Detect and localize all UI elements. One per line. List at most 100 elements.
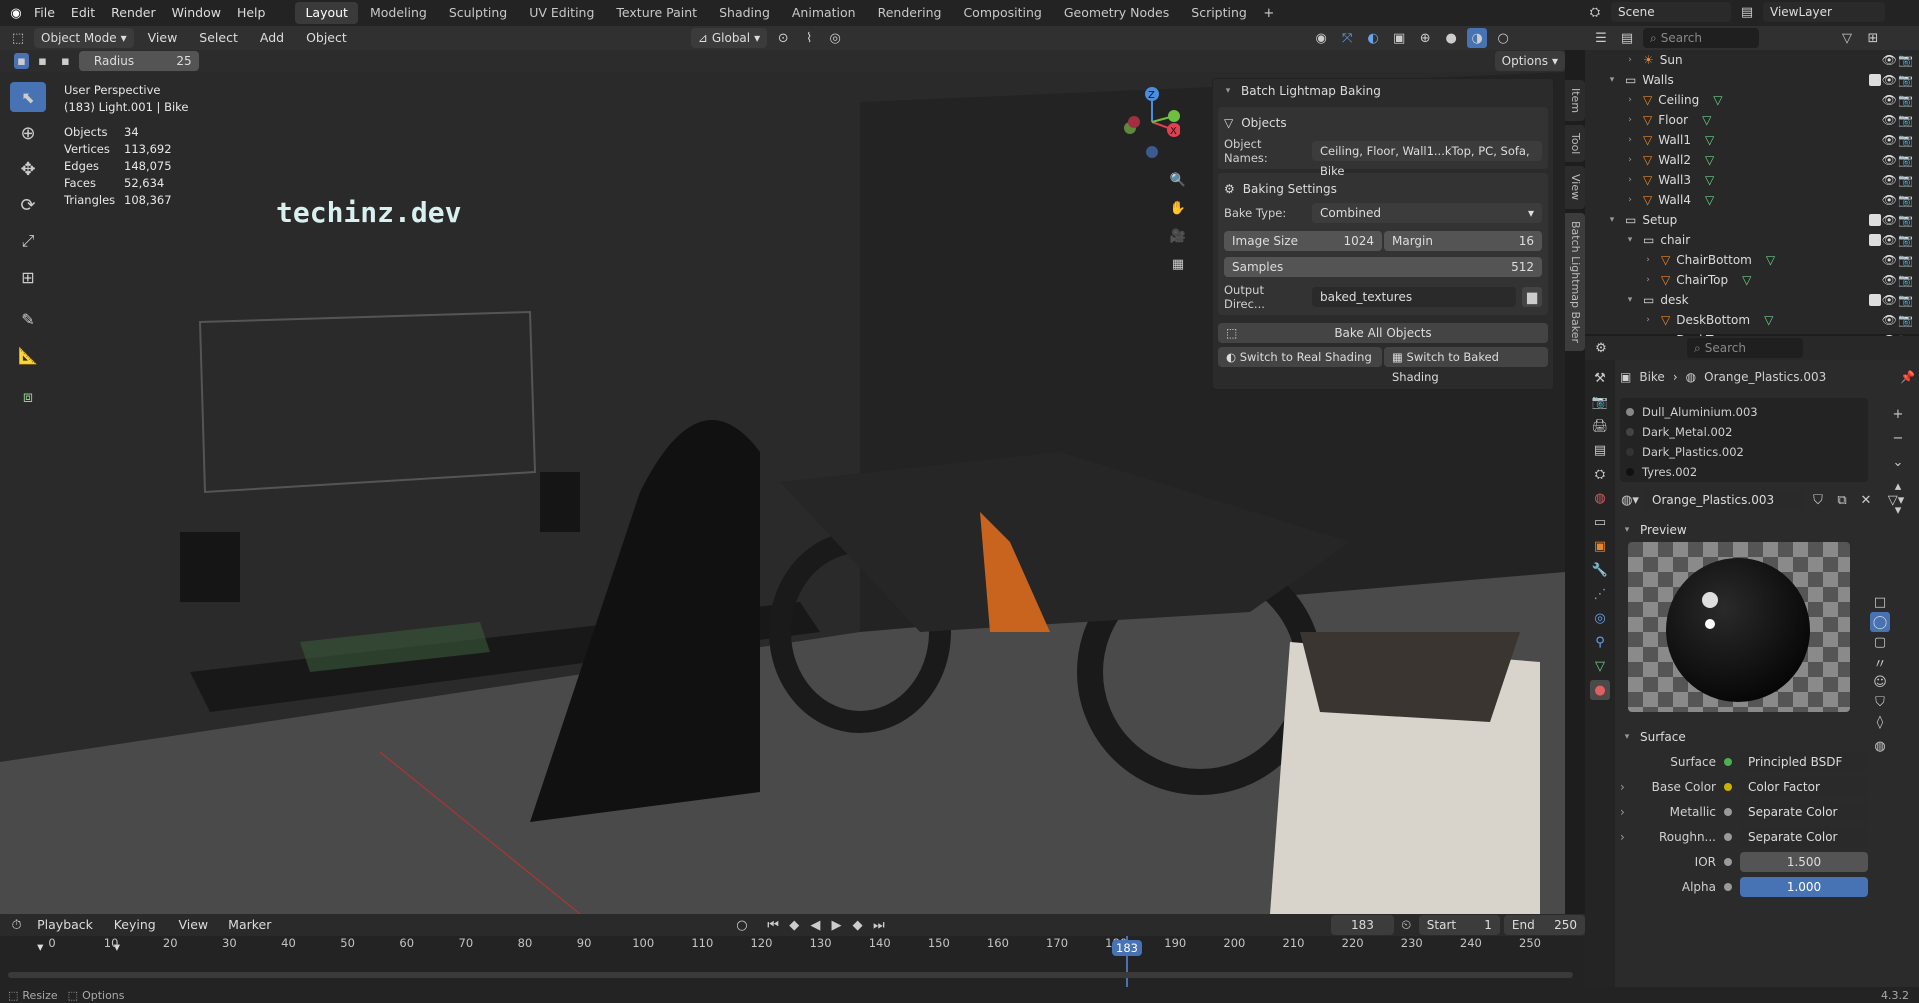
outliner-row[interactable]: › ▽ Wall3 ▽ 👁 📷 [1585,170,1919,190]
orientation-dropdown[interactable]: ⊿ Global ▾ [690,28,768,48]
properties-search-input[interactable]: ⌕ Search [1687,338,1803,358]
tab-sculpting[interactable]: Sculpting [439,2,517,24]
new-collection-icon[interactable]: ⊞ [1863,28,1883,48]
camera-icon[interactable]: 📷 [1898,273,1913,287]
world-tab-icon[interactable]: ◍ [1590,488,1610,508]
material-tab-icon[interactable]: ● [1590,680,1610,700]
fluid-preview-icon[interactable]: ◊ [1870,712,1890,732]
tool-tab-icon[interactable]: ⚒ [1590,368,1610,388]
monkey-preview-icon[interactable]: ☺ [1870,672,1890,692]
tab-uv-editing[interactable]: UV Editing [519,2,604,24]
outliner-editor-icon[interactable]: ☰ [1591,28,1611,48]
outliner-row[interactable]: ▾ ▭ Setup 👁 📷 [1585,210,1919,230]
exclude-checkbox[interactable] [1869,214,1881,226]
outliner-row[interactable]: › ▽ DeskBottom ▽ 👁 📷 [1585,310,1919,330]
xray-icon[interactable]: ▣ [1389,28,1409,48]
object-names-field[interactable]: Ceiling, Floor, Wall1...kTop, PC, Sofa, … [1312,141,1542,178]
camera-icon[interactable]: 📷 [1898,173,1913,187]
viewlayer-icon[interactable]: ▤ [1737,2,1757,22]
outliner-row[interactable]: › ▽ ChairTop ▽ 👁 📷 [1585,270,1919,290]
sphere-preview-icon[interactable]: ◯ [1870,612,1890,632]
camera-icon[interactable]: 📷 [1898,213,1913,227]
fake-user-icon[interactable]: ⛉ [1808,490,1828,510]
list-item[interactable]: Dull_Aluminium.003 [1626,402,1862,422]
eye-icon[interactable]: 👁 [1882,153,1897,167]
material-name-field[interactable]: Orange_Plastics.003 [1644,490,1804,510]
expand-chevron-icon[interactable]: › [1623,135,1637,145]
expand-chevron-icon[interactable]: ▾ [1623,235,1637,245]
navigation-gizmo[interactable]: Z X [1110,82,1180,162]
samples-field[interactable]: Samples 512 [1224,257,1542,277]
expand-chevron-icon[interactable]: › [1623,175,1637,185]
radius-field[interactable]: Radius 25 [78,51,199,71]
add-workspace-icon[interactable]: + [1259,3,1279,23]
eye-icon[interactable]: 👁 [1882,273,1897,287]
add-slot-icon[interactable]: + [1888,404,1908,424]
eye-icon[interactable]: 👁 [1882,173,1897,187]
collection-tab-icon[interactable]: ▭ [1590,512,1610,532]
annotate-tool-icon[interactable]: ✎ [10,304,46,334]
menu-select[interactable]: Select [191,26,246,50]
eye-icon[interactable]: 👁 [1882,73,1897,87]
camera-view-icon[interactable]: 🎥 [1168,226,1188,246]
expand-chevron-icon[interactable]: › [1641,255,1655,265]
eye-icon[interactable]: 👁 [1882,233,1897,247]
expand-chevron-icon[interactable]: › [1623,115,1637,125]
tab-layout[interactable]: Layout [295,2,358,24]
add-cube-tool-icon[interactable]: ⧈ [10,382,46,412]
shading-rendered-icon[interactable]: ○ [1493,28,1513,48]
shading-solid-icon[interactable]: ● [1441,28,1461,48]
menu-edit[interactable]: Edit [63,0,103,26]
pin-icon[interactable]: 📌 [1900,370,1915,384]
duplicate-material-icon[interactable]: ⧉ [1832,490,1852,510]
ortho-grid-icon[interactable]: ▦ [1168,254,1188,274]
expand-chevron-icon[interactable]: › [1620,830,1632,844]
socket-link-field[interactable]: Principled BSDF [1740,751,1868,772]
menu-file[interactable]: File [26,0,63,26]
physics-tab-icon[interactable]: ◎ [1590,608,1610,628]
eye-icon[interactable]: 👁 [1882,293,1897,307]
display-mode-icon[interactable]: ▤ [1617,28,1637,48]
particles-tab-icon[interactable]: ⋰ [1590,584,1610,604]
eye-icon[interactable]: 👁 [1882,53,1897,67]
eye-icon[interactable]: 👁 [1882,253,1897,267]
sidebar-tab-lightmap[interactable]: Batch Lightmap Baker [1565,212,1585,351]
properties-editor-icon[interactable]: ⚙ [1591,338,1611,358]
expand-chevron-icon[interactable]: ▾ [1605,215,1619,225]
material-slot-list[interactable]: Dull_Aluminium.003 Dark_Metal.002 Dark_P… [1620,398,1868,482]
transform-tool-icon[interactable]: ⊞ [10,262,46,292]
list-item[interactable]: Dark_Plastics.002 [1626,442,1862,462]
expand-chevron-icon[interactable]: › [1623,95,1637,105]
tab-geometry-nodes[interactable]: Geometry Nodes [1054,2,1179,24]
list-item[interactable]: Tyres.002 [1626,462,1862,482]
image-size-field[interactable]: Image Size 1024 [1224,231,1382,251]
move-down-icon[interactable]: ▾ [1888,500,1908,520]
scene-tab-icon[interactable]: ⛭ [1590,464,1610,484]
eye-icon[interactable]: 👁 [1882,113,1897,127]
eye-icon[interactable]: 👁 [1882,93,1897,107]
object-tab-icon[interactable]: ▣ [1590,536,1610,556]
modifier-tab-icon[interactable]: 🔧 [1590,560,1610,580]
outliner-row[interactable]: › ▽ Wall1 ▽ 👁 📷 [1585,130,1919,150]
exclude-checkbox[interactable] [1869,294,1881,306]
outliner-row[interactable]: › ▽ Floor ▽ 👁 📷 [1585,110,1919,130]
expand-chevron-icon[interactable]: › [1620,780,1632,794]
zoom-icon[interactable]: 🔍 [1168,170,1188,190]
cube-preview-icon[interactable]: ▢ [1870,632,1890,652]
blender-logo-icon[interactable]: ◉ [6,3,26,23]
sidebar-tab-tool[interactable]: Tool [1565,125,1585,163]
exclude-checkbox[interactable] [1869,74,1881,86]
filter-icon[interactable]: ▽ [1837,28,1857,48]
tab-rendering[interactable]: Rendering [868,2,952,24]
expand-chevron-icon[interactable]: › [1623,155,1637,165]
eye-icon[interactable]: 👁 [1882,313,1897,327]
baked-shading-button[interactable]: ▦ Switch to Baked Shading [1384,347,1548,384]
margin-field[interactable]: Margin 16 [1384,231,1542,251]
camera-icon[interactable]: 📷 [1898,73,1913,87]
mode-dropdown[interactable]: Object Mode ▾ [34,28,134,48]
tab-modeling[interactable]: Modeling [360,2,437,24]
tab-shading[interactable]: Shading [709,2,780,24]
menu-window[interactable]: Window [164,0,229,26]
unlink-material-icon[interactable]: ✕ [1856,490,1876,510]
alpha-field[interactable]: 1.000 [1740,876,1868,897]
